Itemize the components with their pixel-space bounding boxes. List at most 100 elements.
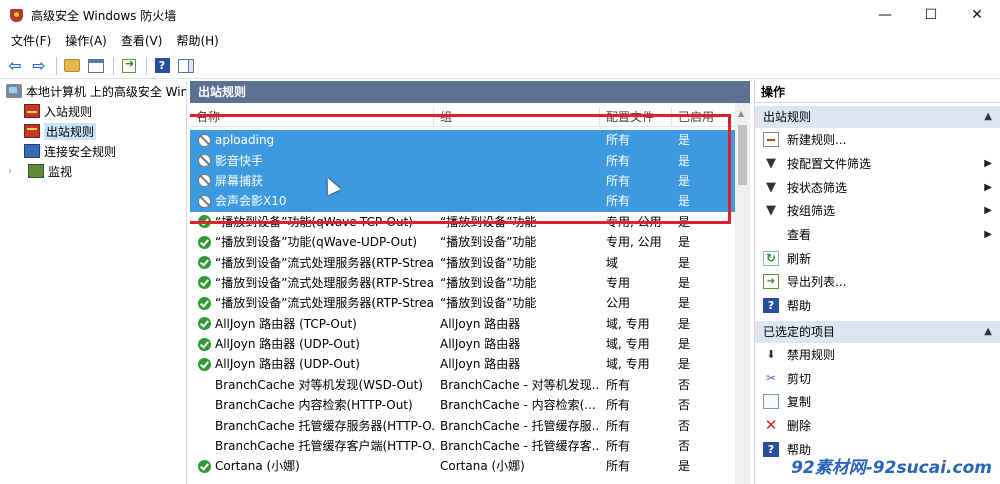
cell-name: “播放到设备”流式处理服务器(RTP-Strea...: [190, 273, 434, 293]
menu-help[interactable]: 帮助(H): [169, 30, 225, 52]
cell-group: AllJoyn 路由器: [440, 337, 521, 352]
table-row[interactable]: 会声会影X10 所有 是: [190, 191, 735, 212]
rule-name: “播放到设备”功能(qWave-TCP-Out): [215, 214, 413, 229]
actions-pane: 操作 出站规则 ▲ 新建规则... ▼ 按配置文件筛选 ▶ ▼ 按状态筛选 ▶ ▼ 按组筛选 ▶ 查…: [754, 81, 1000, 484]
table-row[interactable]: aploading 所有 是: [190, 130, 735, 151]
table-row[interactable]: Cortana (小娜) Cortana (小娜) 所有 是: [190, 456, 735, 476]
table-row[interactable]: “播放到设备”流式处理服务器(RTP-Strea... “播放到设备”功能 域 是: [190, 252, 735, 272]
cell-group: “播放到设备”功能: [440, 235, 537, 250]
action-item[interactable]: ▼ 按状态筛选 ▶: [755, 175, 1000, 199]
rule-name: 影音快手: [215, 150, 264, 171]
window-title: 高级安全 Windows 防火墙: [31, 8, 177, 23]
rules-pane: 出站规则 名称 组 配置文件 已启用 aploading 所有是影音快手 所有是屏幕…: [190, 81, 750, 484]
cell-name: “播放到设备”功能(qWave-TCP-Out): [190, 212, 434, 232]
cell-name: BranchCache 内容检索(HTTP-Out): [190, 395, 434, 415]
table-row[interactable]: AllJoyn 路由器 (TCP-Out) AllJoyn 路由器 域, 专用 是: [190, 314, 735, 334]
table-row[interactable]: AllJoyn 路由器 (UDP-Out) AllJoyn 路由器 域, 专用 是: [190, 334, 735, 354]
cell-enabled: 是: [678, 133, 691, 148]
table-row[interactable]: AllJoyn 路由器 (UDP-Out) AllJoyn 路由器 域, 专用 是: [190, 354, 735, 374]
table-row[interactable]: 屏幕捕获 所有 是: [190, 170, 735, 192]
menu-action[interactable]: 操作(A): [58, 30, 114, 52]
action-pane-button[interactable]: [175, 55, 197, 77]
action-label: 新建规则...: [787, 133, 847, 148]
action-item[interactable]: ↻ 刷新: [755, 246, 1000, 270]
action-item[interactable]: ▼ 按组筛选 ▶: [755, 199, 1000, 223]
maximize-button[interactable]: ☐: [908, 0, 954, 30]
table-row[interactable]: “播放到设备”流式处理服务器(RTP-Strea... “播放到设备”功能 专用 是: [190, 273, 735, 293]
cell-profile: 所有: [606, 153, 631, 168]
column-name[interactable]: 名称: [190, 107, 434, 126]
menu-file[interactable]: 文件(F): [4, 30, 58, 52]
table-row[interactable]: “播放到设备”流式处理服务器(RTP-Strea... “播放到设备”功能 公用 是: [190, 293, 735, 313]
vertical-scrollbar[interactable]: ▲: [735, 103, 750, 484]
help-button[interactable]: ?: [151, 55, 173, 77]
action-item[interactable]: ⬇ 禁用规则: [755, 343, 1000, 367]
back-button[interactable]: ⇦: [4, 55, 26, 77]
action-label: 删除: [787, 418, 812, 433]
tree-item-monitor[interactable]: › 监视: [0, 161, 186, 181]
table-row[interactable]: “播放到设备”功能(qWave-UDP-Out) “播放到设备”功能 专用, 公用 是: [190, 232, 735, 252]
toolbar-separator: [113, 56, 114, 75]
table-row[interactable]: BranchCache 对等机发现(WSD-Out) BranchCache - …: [190, 375, 735, 395]
action-item[interactable]: ? 帮助: [755, 294, 1000, 318]
minimize-button[interactable]: —: [862, 0, 908, 30]
table-row[interactable]: 影音快手 所有 是: [190, 150, 735, 171]
export-list-button[interactable]: [118, 55, 140, 77]
collapse-icon[interactable]: ▲: [984, 106, 992, 128]
block-rule-icon: [198, 133, 211, 147]
tree-item-label: 入站规则: [44, 104, 93, 119]
cut-icon: ✂: [765, 371, 777, 386]
table-row[interactable]: BranchCache 托管缓存服务器(HTTP-O... BranchCache…: [190, 415, 735, 435]
action-item[interactable]: ➜ 导出列表...: [755, 270, 1000, 294]
tree-item-inbound[interactable]: 入站规则: [0, 101, 186, 121]
close-button[interactable]: ✕: [954, 0, 1000, 30]
chevron-right-icon[interactable]: ›: [8, 166, 18, 177]
cell-profile: 域, 专用: [606, 337, 650, 352]
forward-button[interactable]: ⇨: [28, 55, 50, 77]
window-controls: — ☐ ✕: [862, 0, 1000, 30]
cell-name: “播放到设备”流式处理服务器(RTP-Strea...: [190, 253, 434, 273]
tree-root[interactable]: 本地计算机 上的高级安全 Windows: [0, 81, 186, 101]
action-item[interactable]: ✕ 删除: [755, 414, 1000, 438]
action-item[interactable]: 查看 ▶: [755, 223, 1000, 247]
cell-name: “播放到设备”功能(qWave-UDP-Out): [190, 232, 434, 252]
none-icon: [763, 227, 779, 242]
rule-name: “播放到设备”功能(qWave-UDP-Out): [215, 235, 418, 250]
action-item[interactable]: 新建规则...: [755, 128, 1000, 152]
block-rule-icon: [198, 194, 211, 208]
cell-enabled: 否: [678, 418, 691, 433]
cell-profile: 公用: [606, 296, 631, 311]
table-row[interactable]: “播放到设备”功能(qWave-TCP-Out) “播放到设备”功能 专用, 公用 是: [190, 212, 735, 232]
column-profile[interactable]: 配置文件: [600, 107, 672, 126]
allow-rule-icon: [198, 276, 211, 290]
collapse-icon[interactable]: ▲: [984, 321, 992, 343]
action-item[interactable]: 复制: [755, 390, 1000, 414]
rule-name: “播放到设备”流式处理服务器(RTP-Strea...: [215, 275, 434, 290]
column-enabled[interactable]: 已启用: [672, 107, 735, 126]
cell-enabled: 是: [678, 255, 691, 270]
disable-icon: ⬇: [766, 347, 776, 361]
actions-section-selected[interactable]: 已选定的项目 ▲: [755, 320, 1000, 343]
action-item[interactable]: ✂ 剪切: [755, 366, 1000, 390]
column-group[interactable]: 组: [434, 107, 600, 126]
del-icon: ✕: [764, 416, 778, 435]
menu-view[interactable]: 查看(V): [114, 30, 170, 52]
cell-profile: 所有: [606, 398, 631, 413]
tree-item-outbound[interactable]: 出站规则: [0, 121, 186, 141]
show-hide-tree-button[interactable]: [85, 55, 107, 77]
table-row[interactable]: BranchCache 托管缓存客户端(HTTP-O... BranchCache…: [190, 436, 735, 456]
rule-name: aploading: [215, 130, 275, 151]
action-label: 按组筛选: [787, 204, 836, 219]
action-item[interactable]: ▼ 按配置文件筛选 ▶: [755, 152, 1000, 176]
scrollbar-thumb[interactable]: [738, 125, 747, 185]
up-folder-button[interactable]: [61, 55, 83, 77]
submenu-arrow-icon: ▶: [984, 205, 992, 217]
rule-name: AllJoyn 路由器 (UDP-Out): [215, 337, 360, 352]
scroll-up-icon[interactable]: ▲: [738, 109, 744, 118]
cell-profile: 所有: [606, 377, 631, 392]
table-row[interactable]: BranchCache 内容检索(HTTP-Out) BranchCache - …: [190, 395, 735, 415]
tree-item-connection-security[interactable]: 连接安全规则: [0, 141, 186, 161]
actions-section-outbound[interactable]: 出站规则 ▲: [755, 106, 1000, 128]
action-label: 剪切: [787, 371, 812, 386]
cell-enabled: 是: [678, 194, 691, 209]
